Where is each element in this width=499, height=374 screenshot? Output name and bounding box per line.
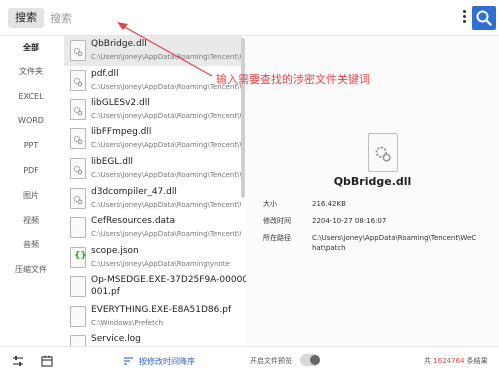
file-path: C:\Users\joney\AppData\Roaming\Tencent\W…	[91, 230, 241, 238]
gear-file-icon	[70, 40, 86, 61]
sidebar-item-all[interactable]: 全部	[0, 40, 62, 56]
search-button[interactable]: 搜索	[8, 8, 44, 28]
annotation-text: 输入需要查找的涉密文件关键词	[216, 73, 370, 86]
blank-file-icon	[70, 335, 86, 346]
file-path: C:\Users\joney\AppData\Roaming\Tencent\W…	[91, 171, 241, 179]
sidebar-item-audio[interactable]: 音频	[0, 237, 62, 253]
gear-file-icon	[70, 99, 86, 120]
file-path: C:\Users\joney\AppData\Roaming\Tencent\W…	[91, 201, 241, 209]
file-list-item[interactable]: QbBridge.dll C:\Users\joney\AppData\Roam…	[64, 36, 242, 66]
size-value: 216.42KB	[312, 200, 346, 208]
sort-label: 按修改时间降序	[139, 357, 195, 366]
file-list-item[interactable]: Service.log	[64, 331, 242, 346]
sidebar-item-excel[interactable]: EXCEL	[0, 89, 62, 105]
search-submit-button[interactable]	[472, 6, 496, 30]
file-name: libEGL.dll	[91, 157, 133, 167]
sidebar-item-video[interactable]: 视频	[0, 213, 62, 229]
sidebar-item-ppt[interactable]: PPT	[0, 138, 62, 154]
file-name: d3dcompiler_47.dll	[91, 187, 177, 197]
size-label: 大小	[263, 200, 277, 208]
file-name: EVERYTHING.EXE-E8A51D86.pf	[91, 305, 232, 315]
count-value: 1624764	[433, 357, 465, 365]
search-input[interactable]	[50, 8, 350, 28]
gear-file-icon	[368, 133, 398, 172]
sidebar-item-folder[interactable]: 文件夹	[0, 64, 62, 80]
file-name: Op-MSEDGE.EXE-37D25F9A-00000	[91, 275, 246, 285]
file-path: C:\Users\joney\AppData\Roaming\Tencent\W…	[91, 112, 241, 120]
file-name: pdf.dll	[91, 69, 119, 79]
file-list-item[interactable]: EVERYTHING.EXE-E8A51D86.pf C:\Windows\Pr…	[64, 302, 242, 332]
file-list-item[interactable]: {} scope.json C:\Users\joney\AppData\Roa…	[64, 243, 242, 273]
more-options-icon[interactable]	[459, 8, 469, 28]
search-icon	[476, 10, 492, 26]
result-count: 共 1624764 条结果	[424, 356, 488, 366]
blank-file-icon	[70, 217, 86, 238]
file-path: 001.pf	[91, 287, 120, 297]
file-name: libGLESv2.dll	[91, 98, 150, 108]
file-list-item[interactable]: CefResources.data C:\Users\joney\AppData…	[64, 213, 242, 243]
gear-file-icon	[70, 128, 86, 149]
gear-file-icon	[70, 188, 86, 209]
file-path: C:\Users\joney\AppData\Roaming\ynote	[91, 260, 230, 268]
file-name: Service.log	[91, 334, 141, 344]
scrollbar-thumb[interactable]	[241, 38, 245, 198]
file-path: C:\Users\joney\AppData\Roaming\Tencent\W…	[91, 53, 241, 61]
file-name: libFFmpeg.dll	[91, 127, 152, 137]
sidebar-item-pdf[interactable]: PDF	[0, 163, 62, 179]
gear-file-icon	[70, 70, 86, 91]
calendar-icon[interactable]	[40, 354, 54, 368]
file-name: scope.json	[91, 246, 139, 256]
count-suffix: 条结果	[466, 357, 488, 365]
blank-file-icon	[70, 306, 86, 327]
json-file-icon: {}	[70, 247, 87, 268]
modified-value: 2204-10-27 08:16:07	[312, 217, 387, 225]
preview-toggle[interactable]	[300, 354, 320, 366]
file-path: C:\Windows\Prefetch	[91, 319, 164, 327]
sidebar-item-image[interactable]: 图片	[0, 188, 62, 204]
count-prefix: 共	[424, 357, 431, 365]
sort-button[interactable]: 按修改时间降序	[124, 356, 195, 367]
blank-file-icon	[70, 276, 86, 297]
filter-settings-icon[interactable]	[11, 354, 25, 368]
path-value[interactable]: C:\Users\joney\AppData\Roaming\Tencent\W…	[312, 233, 492, 253]
file-name: CefResources.data	[91, 216, 176, 226]
sidebar-item-archive[interactable]: 压缩文件	[0, 262, 62, 278]
sort-icon	[124, 357, 133, 365]
modified-label: 修改时间	[263, 217, 291, 225]
file-list-item[interactable]: Op-MSEDGE.EXE-37D25F9A-00000 001.pf	[64, 272, 246, 302]
file-list-item[interactable]: libFFmpeg.dll C:\Users\joney\AppData\Roa…	[64, 124, 242, 154]
path-label: 所在路径	[263, 234, 291, 242]
file-list-item[interactable]: libGLESv2.dll C:\Users\joney\AppData\Roa…	[64, 95, 242, 125]
file-path: C:\Users\joney\AppData\Roaming\Tencent\W…	[91, 141, 241, 149]
toggle-knob	[310, 355, 320, 365]
file-list-item[interactable]: libEGL.dll C:\Users\joney\AppData\Roamin…	[64, 154, 242, 184]
file-list-item[interactable]: d3dcompiler_47.dll C:\Users\joney\AppDat…	[64, 184, 242, 214]
file-name: QbBridge.dll	[91, 39, 147, 49]
sidebar-item-word[interactable]: WORD	[0, 113, 62, 129]
detail-file-name: QbBridge.dll	[333, 175, 412, 188]
gear-file-icon	[70, 158, 86, 179]
preview-label: 开启文件预览	[250, 357, 292, 365]
bottom-bar: 按修改时间降序 开启文件预览 共 1624764 条结果	[0, 346, 499, 374]
category-sidebar: 全部 文件夹 EXCEL WORD PPT PDF 图片 视频 音频 压缩文件	[0, 36, 62, 346]
top-bar: 搜索	[0, 0, 499, 36]
